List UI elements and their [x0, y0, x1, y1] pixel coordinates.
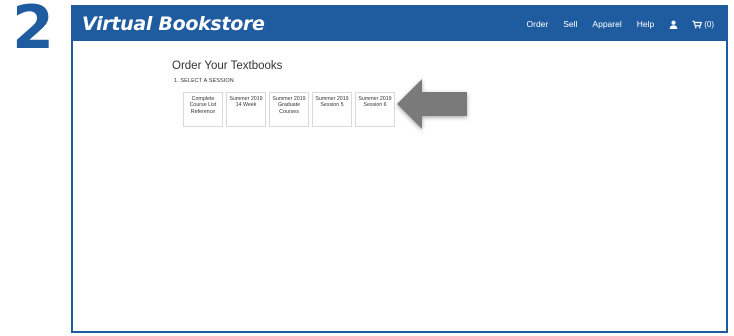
session-options: Complete Course List Reference Summer 20… [183, 92, 398, 127]
arrow-left-icon [397, 79, 467, 129]
top-navigation-bar: Virtual Bookstore Order Sell Apparel Hel… [73, 7, 726, 41]
session-label-line: Course List [189, 102, 217, 109]
session-label-line: Session 5 [320, 102, 344, 109]
session-summer-2019-14-week[interactable]: Summer 2019 14 Week [226, 92, 266, 127]
session-summer-2019-graduate[interactable]: Summer 2019 Graduate Courses [269, 92, 309, 127]
session-complete-course-list[interactable]: Complete Course List Reference [183, 92, 223, 127]
session-summer-2019-session-6[interactable]: Summer 2019 Session 6 [355, 92, 395, 127]
session-step-label: 1. SELECT A SESSION [174, 78, 234, 84]
cart-link[interactable]: (0) [692, 20, 714, 29]
page-title: Order Your Textbooks [172, 60, 283, 72]
main-content: Order Your Textbooks 1. SELECT A SESSION… [73, 41, 726, 331]
session-label-line: Reference [190, 108, 216, 115]
cart-icon [692, 20, 703, 28]
session-label-line: 14 Week [235, 102, 257, 109]
user-icon[interactable] [669, 20, 678, 29]
session-label-line: Courses [279, 108, 299, 115]
nav-help[interactable]: Help [637, 19, 654, 29]
session-summer-2019-session-5[interactable]: Summer 2019 Session 5 [312, 92, 352, 127]
nav-sell[interactable]: Sell [563, 19, 577, 29]
session-label-line: Session 6 [363, 102, 387, 109]
nav-apparel[interactable]: Apparel [592, 19, 621, 29]
cart-count: (0) [704, 19, 714, 29]
browser-frame: Virtual Bookstore Order Sell Apparel Hel… [71, 5, 728, 333]
main-nav: Order Sell Apparel Help (0) [512, 7, 715, 41]
nav-order[interactable]: Order [527, 19, 549, 29]
step-number: 2 [12, 0, 54, 63]
site-brand[interactable]: Virtual Bookstore [82, 13, 265, 35]
